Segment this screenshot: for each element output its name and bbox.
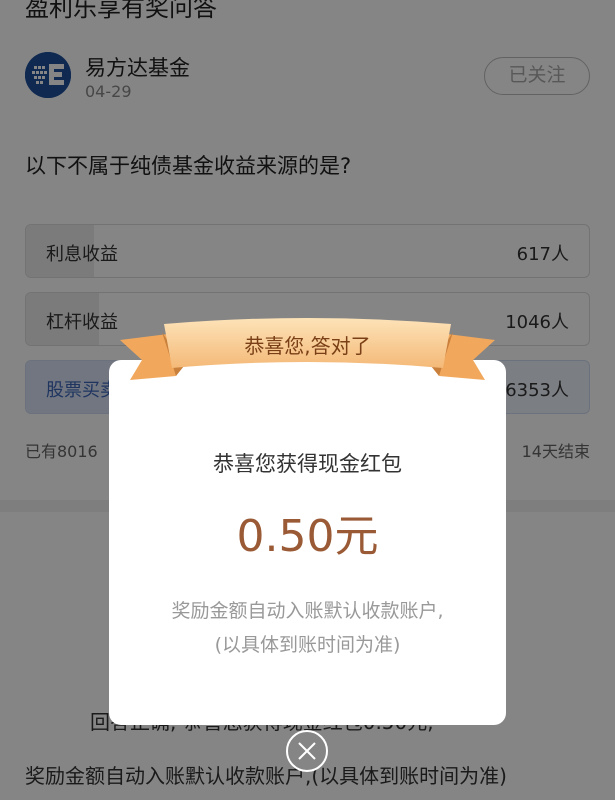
reward-modal: 恭喜您获得现金红包 0.50元 奖励金额自动入账默认收款账户, (以具体到账时间… [109, 360, 506, 725]
modal-subtitle: 恭喜您获得现金红包 [213, 452, 402, 476]
close-icon[interactable] [286, 730, 328, 772]
modal-note-line2: (以具体到账时间为准) [214, 634, 401, 656]
congrats-ribbon: 恭喜您,答对了 [120, 318, 495, 386]
reward-amount: 0.50元 [236, 511, 379, 562]
modal-note-line1: 奖励金额自动入账默认收款账户, [171, 600, 444, 622]
ribbon-title: 恭喜您,答对了 [244, 334, 371, 358]
